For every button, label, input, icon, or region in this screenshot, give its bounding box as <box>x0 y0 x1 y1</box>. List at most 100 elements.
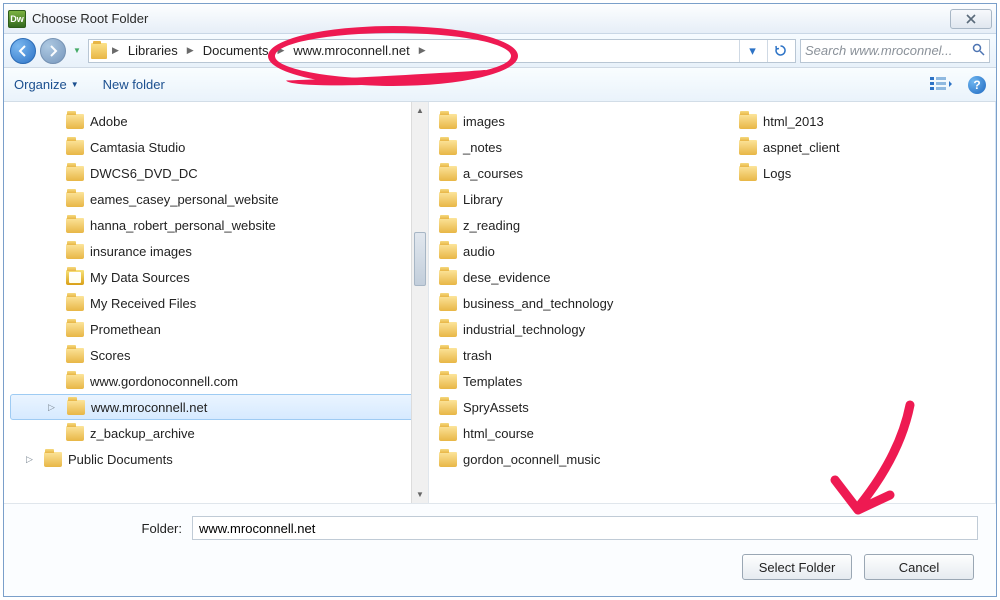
folder-icon <box>66 426 84 441</box>
choose-root-folder-dialog: Dw Choose Root Folder ▼ ▶ Libraries ▶ Do… <box>3 3 997 597</box>
tree-item-label: z_backup_archive <box>90 426 195 441</box>
view-options-button[interactable] <box>930 75 952 95</box>
folder-item-label: html_2013 <box>763 114 824 129</box>
expand-icon[interactable]: ▷ <box>26 454 33 465</box>
folder-item-label: gordon_oconnell_music <box>463 452 600 467</box>
new-folder-button[interactable]: New folder <box>103 77 165 92</box>
folder-item[interactable]: business_and_technology <box>439 290 739 316</box>
folder-item[interactable]: dese_evidence <box>439 264 739 290</box>
folder-item[interactable]: a_courses <box>439 160 739 186</box>
folder-item[interactable]: html_2013 <box>739 108 959 134</box>
folder-item[interactable]: gordon_oconnell_music <box>439 446 739 472</box>
folder-icon <box>439 322 457 337</box>
dialog-body: Adobe Camtasia Studio DWCS6_DVD_DC eames_ca… <box>4 102 996 503</box>
folder-item[interactable]: Logs <box>739 160 959 186</box>
tree-item[interactable]: DWCS6_DVD_DC <box>4 160 428 186</box>
toolbar: Organize ▼ New folder ? <box>4 68 996 102</box>
scroll-down-icon[interactable]: ▼ <box>412 486 428 503</box>
folder-icon <box>439 374 457 389</box>
database-folder-icon <box>66 270 84 285</box>
tree-item[interactable]: insurance images <box>4 238 428 264</box>
arrow-left-icon <box>17 45 29 57</box>
tree-item[interactable]: My Data Sources <box>4 264 428 290</box>
folder-item-label: trash <box>463 348 492 363</box>
tree-item[interactable]: Scores <box>4 342 428 368</box>
back-button[interactable] <box>10 38 36 64</box>
folder-icon <box>439 426 457 441</box>
organize-label: Organize <box>14 77 67 92</box>
tree-item-label: Adobe <box>90 114 128 129</box>
folder-item[interactable]: audio <box>439 238 739 264</box>
folder-item-label: z_reading <box>463 218 520 233</box>
folder-icon <box>439 218 457 233</box>
folder-item-label: a_courses <box>463 166 523 181</box>
folder-icon <box>66 114 84 129</box>
folder-item-label: industrial_technology <box>463 322 585 337</box>
scroll-up-icon[interactable]: ▲ <box>412 102 428 119</box>
forward-button[interactable] <box>40 38 66 64</box>
folder-icon <box>439 114 457 129</box>
folder-item[interactable]: Library <box>439 186 739 212</box>
address-bar[interactable]: ▶ Libraries ▶ Documents ▶ www.mroconnell… <box>88 39 796 63</box>
folder-icon <box>66 348 84 363</box>
tree-item[interactable]: Promethean <box>4 316 428 342</box>
select-folder-button[interactable]: Select Folder <box>742 554 852 580</box>
folder-field-label: Folder: <box>22 521 182 536</box>
folder-item-label: Library <box>463 192 503 207</box>
folder-item[interactable]: Templates <box>439 368 739 394</box>
tree-item[interactable]: www.gordonoconnell.com <box>4 368 428 394</box>
tree-scrollbar[interactable]: ▲ ▼ <box>411 102 428 503</box>
folder-item[interactable]: z_reading <box>439 212 739 238</box>
folder-item[interactable]: SpryAssets <box>439 394 739 420</box>
folder-item-label: business_and_technology <box>463 296 613 311</box>
tree-item[interactable]: hanna_robert_personal_website <box>4 212 428 238</box>
titlebar: Dw Choose Root Folder <box>4 4 996 34</box>
folder-item[interactable]: industrial_technology <box>439 316 739 342</box>
refresh-button[interactable] <box>767 40 793 62</box>
folder-icon <box>439 296 457 311</box>
breadcrumb-current[interactable]: www.mroconnell.net <box>289 43 413 58</box>
tree-item[interactable]: z_backup_archive <box>4 420 428 446</box>
tree-item[interactable]: Adobe <box>4 108 428 134</box>
tree-item[interactable]: eames_casey_personal_website <box>4 186 428 212</box>
folder-contents[interactable]: images_notes a_courses Library z_readingaud… <box>429 102 996 503</box>
search-input[interactable]: Search www.mroconnel... <box>800 39 990 63</box>
scroll-thumb[interactable] <box>414 232 426 286</box>
nav-history-dropdown[interactable]: ▼ <box>70 39 84 63</box>
tree-item-label: DWCS6_DVD_DC <box>90 166 198 181</box>
search-icon <box>972 43 985 59</box>
folder-item[interactable]: trash <box>439 342 739 368</box>
breadcrumb-libraries[interactable]: Libraries <box>124 43 182 58</box>
tree-item-label: eames_casey_personal_website <box>90 192 279 207</box>
tree-item-public-documents[interactable]: ▷Public Documents <box>4 446 428 472</box>
folder-icon <box>67 400 85 415</box>
folder-icon <box>739 114 757 129</box>
cancel-button[interactable]: Cancel <box>864 554 974 580</box>
organize-menu[interactable]: Organize ▼ <box>14 77 79 92</box>
folder-icon <box>66 244 84 259</box>
folder-item[interactable]: html_course <box>439 420 739 446</box>
breadcrumb-separator-icon: ▶ <box>184 45 197 56</box>
arrow-right-icon <box>47 45 59 57</box>
tree-item[interactable]: Camtasia Studio <box>4 134 428 160</box>
folder-item-label: Templates <box>463 374 522 389</box>
refresh-icon <box>774 44 787 57</box>
folder-item[interactable]: aspnet_client <box>739 134 959 160</box>
tree-item[interactable]: My Received Files <box>4 290 428 316</box>
folder-item[interactable]: _notes <box>439 134 739 160</box>
folder-name-input[interactable] <box>192 516 978 540</box>
close-button[interactable] <box>950 9 992 29</box>
folder-item[interactable]: images <box>439 108 739 134</box>
folder-item-label: audio <box>463 244 495 259</box>
tree-item-label: Camtasia Studio <box>90 140 185 155</box>
expand-icon[interactable]: ▷ <box>48 402 55 413</box>
folder-icon <box>66 296 84 311</box>
tree-item-label: insurance images <box>90 244 192 259</box>
help-button[interactable]: ? <box>968 76 986 94</box>
navigation-row: ▼ ▶ Libraries ▶ Documents ▶ www.mroconne… <box>4 34 996 68</box>
address-dropdown[interactable]: ▾ <box>739 40 765 62</box>
folder-tree[interactable]: Adobe Camtasia Studio DWCS6_DVD_DC eames_ca… <box>4 102 429 503</box>
tree-item[interactable]: ▷www.mroconnell.net <box>10 394 422 420</box>
breadcrumb-documents[interactable]: Documents <box>199 43 273 58</box>
close-icon <box>966 14 976 24</box>
